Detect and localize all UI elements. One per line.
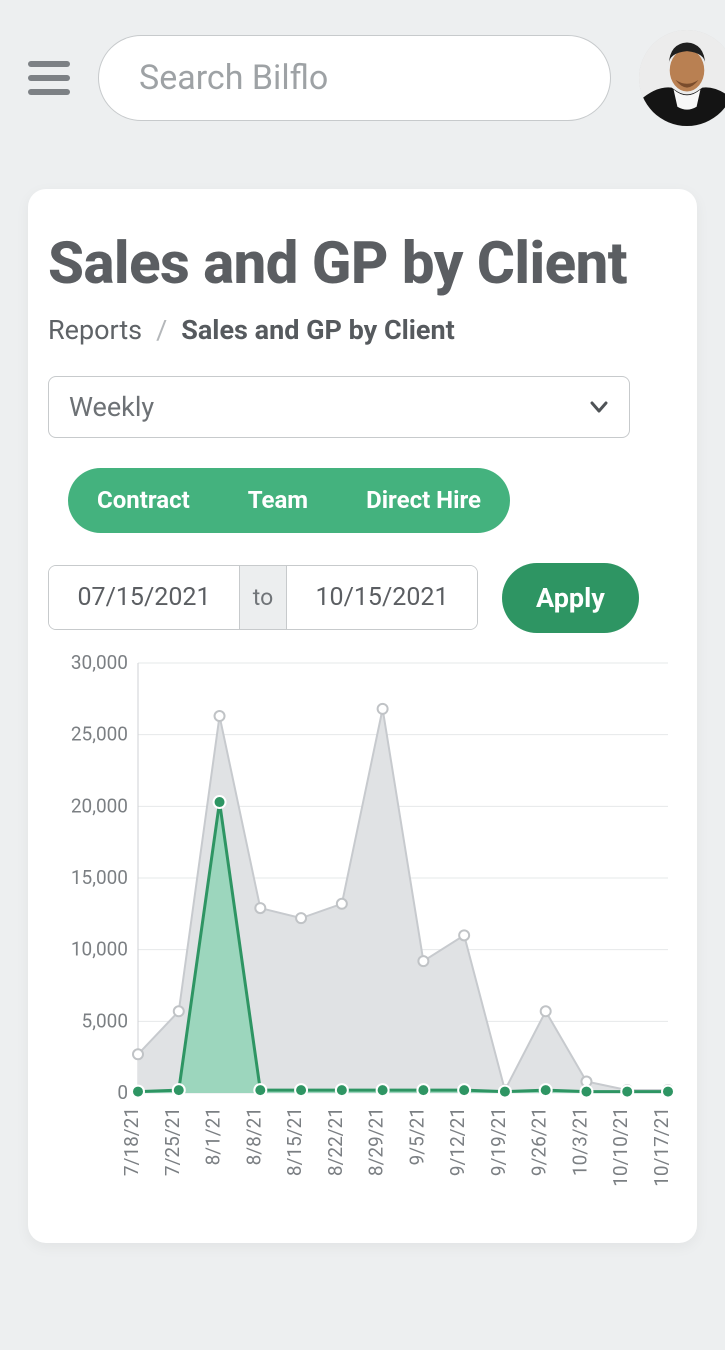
- series-sales-point: [418, 956, 428, 966]
- y-tick-label: 30,000: [71, 653, 128, 674]
- series-gp-point: [458, 1084, 470, 1096]
- x-tick-label: 9/19/21: [487, 1107, 510, 1176]
- granularity-value: Weekly: [69, 391, 154, 423]
- x-tick-label: 9/12/21: [446, 1107, 469, 1176]
- x-tick-label: 8/15/21: [283, 1107, 306, 1176]
- series-sales-point: [378, 703, 388, 713]
- series-sales-point: [459, 930, 469, 940]
- breadcrumb-root[interactable]: Reports: [48, 314, 142, 346]
- pill-contract[interactable]: Contract: [91, 480, 196, 520]
- page-title: Sales and GP by Client: [48, 233, 677, 296]
- series-sales-point: [296, 913, 306, 923]
- hamburger-menu-icon[interactable]: [28, 55, 70, 101]
- x-tick-label: 8/1/21: [202, 1107, 225, 1165]
- x-tick-label: 9/26/21: [528, 1107, 551, 1176]
- pill-team[interactable]: Team: [242, 480, 314, 520]
- sales-gp-chart: 0 5,000 10,000 15,000 20,000 25,000 30,000 7/18…: [48, 653, 677, 1213]
- granularity-select[interactable]: Weekly: [48, 376, 630, 438]
- series-sales-point: [541, 1006, 551, 1016]
- apply-button[interactable]: Apply: [502, 563, 639, 633]
- y-tick-label: 5,000: [82, 1009, 128, 1032]
- series-sales-point: [133, 1049, 143, 1059]
- series-sales-point: [174, 1006, 184, 1016]
- x-tick-label: 8/8/21: [242, 1107, 265, 1165]
- report-card: Sales and GP by Client Reports / Sales a…: [28, 189, 697, 1243]
- avatar[interactable]: [639, 30, 725, 126]
- date-to-input[interactable]: [287, 566, 477, 629]
- series-sales-point: [215, 711, 225, 721]
- type-filter-pills: Contract Team Direct Hire: [68, 468, 510, 533]
- y-tick-label: 15,000: [71, 866, 128, 889]
- pill-direct-hire[interactable]: Direct Hire: [360, 480, 487, 520]
- chevron-down-icon: [589, 397, 609, 417]
- x-tick-label: 7/18/21: [120, 1107, 143, 1176]
- series-gp-point: [214, 796, 226, 808]
- series-gp-point: [132, 1085, 144, 1097]
- breadcrumb-separator: /: [156, 314, 167, 346]
- series-gp-point: [377, 1084, 389, 1096]
- search-input[interactable]: [98, 35, 611, 121]
- y-tick-label: 10,000: [71, 937, 128, 960]
- series-gp-point: [254, 1084, 266, 1096]
- x-tick-label: 10/3/21: [568, 1107, 591, 1176]
- breadcrumb-current: Sales and GP by Client: [181, 314, 455, 346]
- date-range: to: [48, 565, 478, 630]
- x-tick-label: 8/29/21: [365, 1107, 388, 1176]
- series-gp-point: [295, 1084, 307, 1096]
- y-tick-label: 20,000: [71, 794, 128, 817]
- y-tick-label: 0: [117, 1081, 128, 1104]
- y-tick-label: 25,000: [71, 722, 128, 745]
- series-gp-point: [417, 1084, 429, 1096]
- series-gp-point: [621, 1085, 633, 1097]
- series-sales-point: [337, 898, 347, 908]
- x-tick-label: 9/5/21: [405, 1107, 428, 1165]
- date-to-label: to: [239, 566, 287, 629]
- breadcrumb: Reports / Sales and GP by Client: [48, 314, 677, 346]
- series-gp-point: [580, 1085, 592, 1097]
- series-sales-point: [255, 903, 265, 913]
- x-tick-label: 10/10/21: [609, 1107, 632, 1187]
- series-gp-point: [173, 1084, 185, 1096]
- series-gp-point: [540, 1084, 552, 1096]
- x-tick-label: 7/25/21: [161, 1107, 184, 1176]
- date-from-input[interactable]: [49, 566, 239, 629]
- series-gp-point: [336, 1084, 348, 1096]
- x-tick-label: 10/17/21: [650, 1107, 673, 1187]
- series-gp-point: [662, 1085, 674, 1097]
- series-gp-point: [499, 1085, 511, 1097]
- x-tick-label: 8/22/21: [324, 1107, 347, 1176]
